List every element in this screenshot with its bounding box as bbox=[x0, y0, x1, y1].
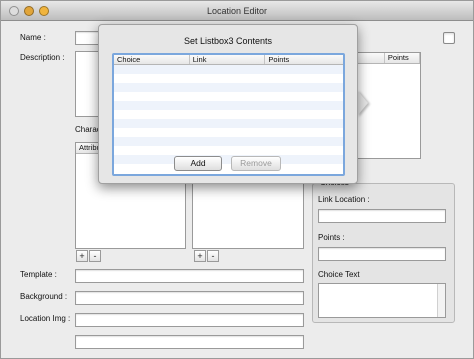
middle-remove-button[interactable]: - bbox=[207, 250, 219, 262]
table-row[interactable] bbox=[114, 83, 343, 92]
choice-text-label: Choice Text bbox=[318, 270, 360, 279]
table-row[interactable] bbox=[114, 146, 343, 155]
table-row[interactable] bbox=[114, 155, 343, 164]
attributes-remove-button[interactable]: - bbox=[89, 250, 101, 262]
points-column-header[interactable]: Points bbox=[385, 53, 420, 63]
choice-column-header[interactable]: Choice bbox=[114, 55, 190, 64]
points-field[interactable] bbox=[318, 247, 446, 261]
description-label: Description : bbox=[20, 53, 65, 62]
table-row[interactable] bbox=[114, 101, 343, 110]
background-field[interactable] bbox=[75, 291, 304, 305]
choice-text-scrollbar[interactable] bbox=[437, 284, 445, 317]
table-row[interactable] bbox=[114, 92, 343, 101]
listbox-contents-table[interactable]: Choice Link Points bbox=[112, 53, 345, 176]
choices-group: Choices Link Location : Points : Choice … bbox=[312, 178, 455, 323]
points-column-header[interactable]: Points bbox=[265, 55, 343, 64]
link-location-label: Link Location : bbox=[318, 195, 370, 204]
middle-add-button[interactable]: + bbox=[194, 250, 206, 262]
window-title: Location Editor bbox=[206, 6, 268, 16]
location-img-label: Location Img : bbox=[20, 314, 71, 323]
sheet-arrow bbox=[357, 90, 368, 116]
table-row[interactable] bbox=[114, 128, 343, 137]
choice-text-area[interactable] bbox=[318, 283, 446, 318]
title-bar: Location Editor bbox=[1, 1, 473, 21]
table-rows bbox=[114, 65, 343, 164]
link-location-field[interactable] bbox=[318, 209, 446, 223]
table-header: Choice Link Points bbox=[114, 55, 343, 65]
set-listbox-contents-sheet: Set Listbox3 Contents Choice Link Points… bbox=[98, 24, 358, 184]
name-label: Name : bbox=[20, 33, 46, 42]
table-row[interactable] bbox=[114, 119, 343, 128]
table-row[interactable] bbox=[114, 137, 343, 146]
sheet-title: Set Listbox3 Contents bbox=[183, 36, 273, 46]
table-row[interactable] bbox=[114, 74, 343, 83]
location-img-field[interactable] bbox=[75, 313, 304, 327]
top-right-checkbox[interactable] bbox=[443, 32, 455, 44]
background-label: Background : bbox=[20, 292, 68, 301]
template-field[interactable] bbox=[75, 269, 304, 283]
attributes-add-button[interactable]: + bbox=[76, 250, 88, 262]
table-row[interactable] bbox=[114, 65, 343, 74]
characters-label: Charac bbox=[75, 125, 101, 134]
points-label: Points : bbox=[318, 233, 345, 242]
table-row[interactable] bbox=[114, 110, 343, 119]
remove-button[interactable]: Remove bbox=[231, 156, 281, 171]
extra-field[interactable] bbox=[75, 335, 304, 349]
link-column-header[interactable]: Link bbox=[190, 55, 266, 64]
template-label: Template : bbox=[20, 270, 57, 279]
add-button[interactable]: Add bbox=[174, 156, 222, 171]
